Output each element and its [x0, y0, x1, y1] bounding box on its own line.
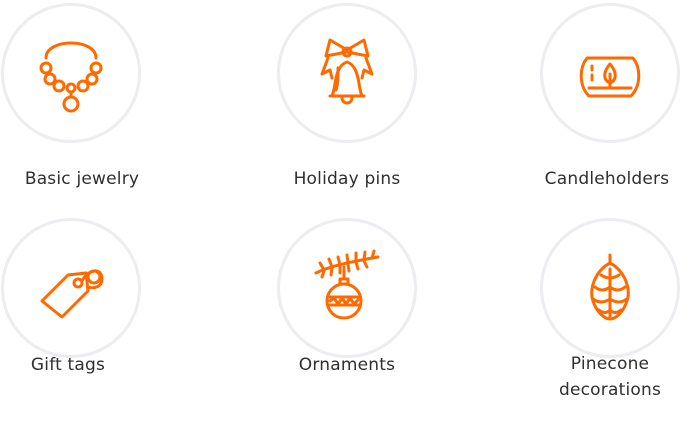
category-basic-jewelry[interactable]: Basic jewelry: [0, 0, 180, 200]
craft-categories-grid: Basic jewelry Holiday pins Candleholders…: [0, 0, 697, 430]
category-pinecone-decorations[interactable]: Pinecone decorations: [517, 215, 697, 430]
bell-with-bow-icon: [320, 38, 374, 105]
icon-circle: [540, 218, 680, 358]
category-label: Gift tags: [30, 355, 106, 375]
candle-holder-icon: [579, 56, 641, 98]
category-label: Basic jewelry: [24, 169, 140, 189]
gift-tag-icon: [40, 269, 104, 319]
category-label-line: Pinecone decorations: [520, 351, 697, 403]
icon-circle: [540, 3, 680, 143]
category-label: Pinecone decorations: [558, 354, 662, 400]
category-ornaments[interactable]: Ornaments: [260, 215, 440, 430]
icon-circle: [1, 3, 141, 143]
ornament-icon: [314, 249, 380, 320]
icon-circle: [277, 3, 417, 143]
icon-circle: [1, 218, 141, 358]
category-candleholders[interactable]: Candleholders: [517, 0, 697, 200]
category-label: Candleholders: [544, 169, 670, 189]
pinecone-icon: [590, 253, 630, 321]
category-holiday-pins[interactable]: Holiday pins: [260, 0, 440, 200]
icon-circle: [277, 218, 417, 358]
category-label: Ornaments: [298, 355, 396, 375]
category-gift-tags[interactable]: Gift tags: [0, 215, 180, 430]
necklace-icon: [39, 41, 103, 113]
category-label: Holiday pins: [293, 169, 401, 189]
